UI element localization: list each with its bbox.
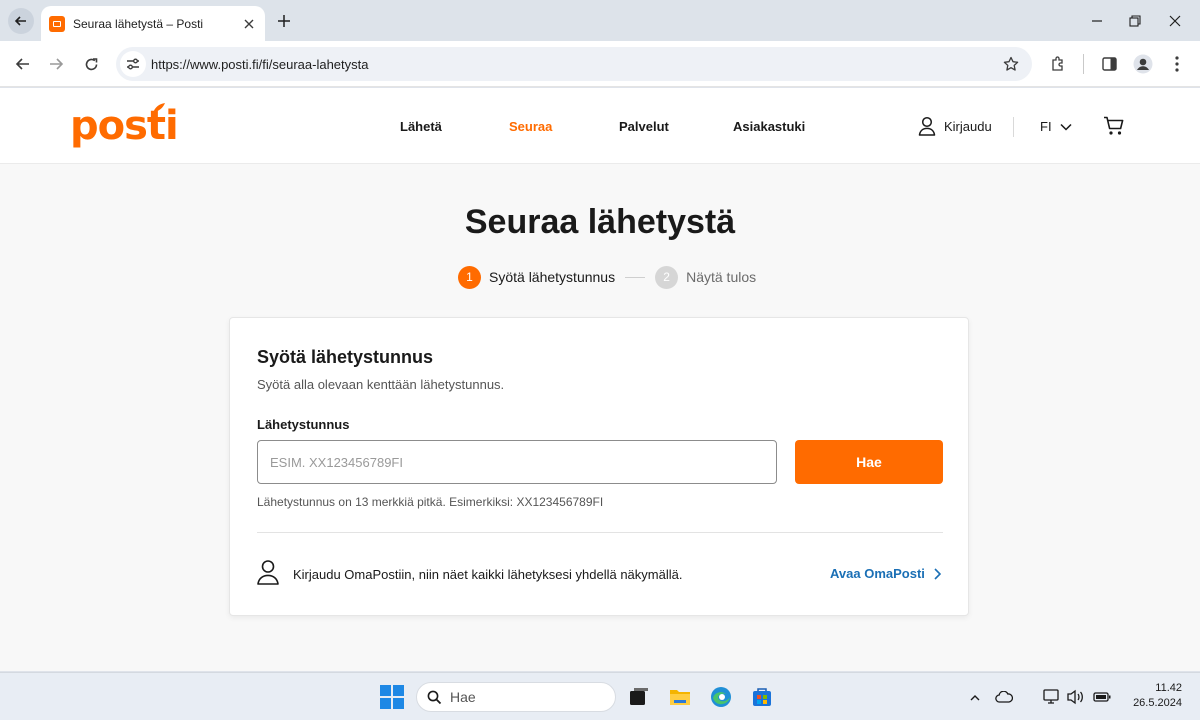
battery-icon	[1093, 692, 1111, 702]
card-subtitle: Syötä alla olevaan kenttään lähetystunnu…	[257, 377, 505, 392]
tracking-number-input[interactable]	[257, 440, 777, 484]
menu-dots-icon	[1175, 56, 1179, 72]
side-panel-button[interactable]	[1096, 51, 1122, 77]
step-1-label: Syötä lähetystunnus	[489, 269, 616, 285]
star-icon	[1003, 56, 1019, 71]
chevron-right-icon	[934, 567, 941, 580]
user-icon	[257, 560, 279, 585]
cart-icon	[1104, 116, 1124, 135]
tab-title: Seuraa lähetystä – Posti	[73, 16, 204, 31]
cloud-icon	[995, 691, 1013, 703]
file-explorer-icon[interactable]	[668, 685, 692, 709]
windows-taskbar: Hae 11.42 26.5.2024	[0, 672, 1200, 720]
battery-button[interactable]	[1092, 687, 1112, 707]
tab-back-button[interactable]	[8, 8, 34, 34]
back-icon	[15, 58, 29, 70]
nav-item-laheta[interactable]: Lähetä	[400, 119, 442, 134]
back-button[interactable]	[9, 51, 35, 77]
cart-button[interactable]	[1103, 116, 1125, 141]
step-2-label: Näytä tulos	[686, 269, 757, 285]
forward-button[interactable]	[43, 51, 69, 77]
search-button[interactable]: Hae	[795, 440, 943, 484]
address-bar[interactable]: https://www.posti.fi/fi/seuraa-lahetysta	[116, 47, 1032, 81]
tracking-help-text: Lähetystunnus on 13 merkkiä pitkä. Esime…	[257, 495, 604, 509]
bookmark-button[interactable]	[998, 51, 1024, 77]
nav-item-asiakastuki[interactable]: Asiakastuki	[733, 119, 805, 134]
header-separator	[1013, 117, 1014, 137]
profile-icon	[1133, 54, 1153, 74]
step-2-number: 2	[655, 265, 679, 289]
login-label: Kirjaudu	[944, 118, 992, 134]
new-tab-button[interactable]	[272, 9, 296, 33]
site-settings-icon	[127, 58, 139, 70]
sidepanel-icon	[1101, 57, 1117, 71]
omaposti-promo-text: Kirjaudu OmaPostiin, niin näet kaikki lä…	[293, 567, 683, 582]
nav-item-palvelut[interactable]: Palvelut	[619, 119, 669, 134]
open-omaposti-link[interactable]: Avaa OmaPosti	[830, 566, 941, 581]
network-icon	[1043, 689, 1059, 704]
nav-item-seuraa[interactable]: Seuraa	[509, 119, 552, 134]
browser-tab-strip: Seuraa lähetystä – Posti	[0, 0, 1200, 41]
edge-browser-icon[interactable]	[709, 685, 733, 709]
close-icon	[244, 19, 254, 28]
forward-icon	[49, 58, 63, 70]
clock-date: 26.5.2024	[1133, 697, 1182, 709]
browser-toolbar: https://www.posti.fi/fi/seuraa-lahetysta	[0, 41, 1200, 87]
language-label: FI	[1040, 119, 1052, 134]
plus-icon	[278, 15, 290, 27]
chevron-down-icon	[1060, 123, 1072, 131]
network-button[interactable]	[1042, 687, 1062, 707]
user-icon	[918, 116, 936, 136]
language-select[interactable]: FI	[1040, 119, 1072, 134]
open-omaposti-label: Avaa OmaPosti	[830, 566, 925, 581]
url-text: https://www.posti.fi/fi/seuraa-lahetysta	[151, 57, 369, 72]
login-button[interactable]: Kirjaudu	[918, 116, 992, 136]
volume-icon	[1067, 689, 1083, 705]
page-title: Seuraa lähetystä	[464, 203, 736, 241]
chevron-up-icon	[970, 694, 980, 700]
task-view-icon[interactable]	[627, 685, 651, 709]
start-button[interactable]	[380, 685, 404, 709]
tracking-card: Syötä lähetystunnus Syötä alla olevaan k…	[229, 317, 969, 616]
toolbar-separator	[1083, 54, 1084, 74]
extensions-icon	[1052, 56, 1063, 71]
reload-button[interactable]	[78, 51, 104, 77]
reload-icon	[85, 57, 97, 70]
browser-menu-button[interactable]	[1164, 51, 1190, 77]
window-close-icon	[1169, 15, 1181, 27]
minimize-icon	[1092, 20, 1102, 22]
microsoft-store-icon[interactable]	[750, 685, 774, 709]
posti-favicon-icon	[49, 15, 65, 32]
back-icon	[14, 16, 26, 26]
volume-button[interactable]	[1066, 687, 1086, 707]
progress-stepper: 1 Syötä lähetystunnus 2 Näytä tulos	[458, 265, 756, 289]
taskbar-search[interactable]: Hae	[416, 682, 616, 712]
tracking-field-label: Lähetystunnus	[257, 417, 350, 432]
step-connector	[625, 276, 646, 278]
taskbar-clock[interactable]: 11.42 26.5.2024	[1120, 681, 1182, 711]
restore-icon	[1129, 15, 1141, 27]
tray-overflow-button[interactable]	[965, 687, 985, 707]
tab-close-button[interactable]	[241, 16, 257, 32]
profile-button[interactable]	[1130, 51, 1156, 77]
taskbar-search-label: Hae	[450, 689, 476, 705]
logo-leaf-icon	[153, 103, 165, 113]
clock-time: 11.42	[1155, 682, 1182, 694]
site-header: posti Lähetä Seuraa Palvelut Asiakastuki…	[0, 88, 1200, 164]
step-1-number: 1	[458, 265, 481, 289]
extensions-button[interactable]	[1045, 51, 1071, 77]
site-settings-button[interactable]	[120, 51, 146, 77]
search-icon	[427, 690, 442, 704]
posti-logo[interactable]: posti	[70, 103, 179, 148]
card-divider	[257, 532, 943, 533]
browser-tab[interactable]: Seuraa lähetystä – Posti	[41, 6, 265, 41]
card-title: Syötä lähetystunnus	[257, 347, 434, 367]
window-close-button[interactable]	[1162, 8, 1188, 34]
minimize-button[interactable]	[1084, 8, 1110, 34]
onedrive-button[interactable]	[994, 687, 1014, 707]
restore-button[interactable]	[1122, 8, 1148, 34]
web-page: posti Lähetä Seuraa Palvelut Asiakastuki…	[0, 88, 1200, 671]
